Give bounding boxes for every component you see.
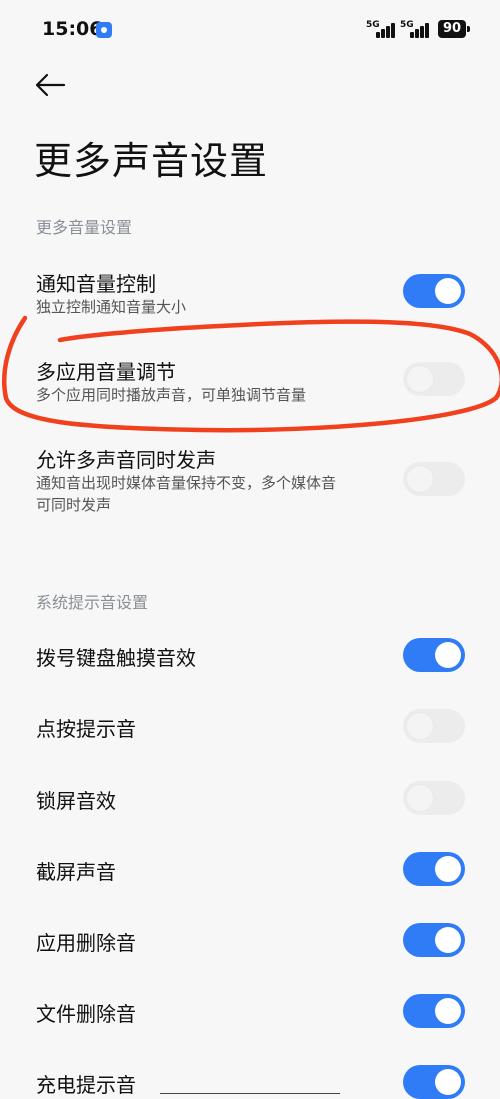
setting-row-charging-sound[interactable]: 充电提示音 bbox=[0, 1061, 500, 1099]
status-bar: 15:06 5G 5G 90 bbox=[0, 0, 500, 60]
toggle-knob bbox=[435, 998, 461, 1024]
back-arrow-icon bbox=[35, 73, 66, 97]
signal-label: 5G bbox=[400, 20, 414, 30]
setting-row-dialpad-sound[interactable]: 拨号键盘触摸音效 bbox=[0, 634, 500, 680]
back-button[interactable] bbox=[34, 68, 74, 104]
screenshot-sound-toggle[interactable] bbox=[403, 852, 465, 886]
toggle-knob bbox=[435, 856, 461, 882]
setting-row-tap-sound[interactable]: 点按提示音 bbox=[0, 705, 500, 751]
toggle-knob bbox=[407, 366, 433, 392]
setting-row-screenshot-sound[interactable]: 截屏声音 bbox=[0, 848, 500, 894]
setting-row-multi-app-volume[interactable]: 多应用音量调节 多个应用同时播放声音，可单独调节音量 bbox=[0, 348, 500, 412]
multi-sound-toggle[interactable] bbox=[403, 462, 465, 496]
toggle-knob bbox=[407, 713, 433, 739]
setting-subtitle-line2: 可同时发声 bbox=[36, 496, 112, 514]
hotspot-icon bbox=[96, 22, 112, 38]
multi-app-volume-toggle[interactable] bbox=[403, 362, 465, 396]
section-header-volume: 更多音量设置 bbox=[36, 218, 133, 237]
tap-sound-toggle[interactable] bbox=[403, 709, 465, 743]
toggle-knob bbox=[435, 642, 461, 668]
page-title: 更多声音设置 bbox=[34, 139, 269, 183]
setting-subtitle-line1: 通知音出现时媒体音量保持不变，多个媒体音 bbox=[36, 474, 337, 492]
setting-title: 通知音量控制 bbox=[36, 272, 156, 296]
toggle-knob bbox=[435, 1069, 461, 1095]
setting-row-lock-sound[interactable]: 锁屏音效 bbox=[0, 777, 500, 823]
setting-title: 锁屏音效 bbox=[36, 789, 116, 813]
setting-title: 文件删除音 bbox=[36, 1002, 136, 1026]
signal-icon: 5G bbox=[400, 20, 430, 38]
setting-row-multi-sound[interactable]: 允许多声音同时发声 通知音出现时媒体音量保持不变，多个媒体音 可同时发声 bbox=[0, 436, 500, 526]
setting-title: 应用删除音 bbox=[36, 931, 136, 955]
setting-row-notification-volume[interactable]: 通知音量控制 独立控制通知音量大小 bbox=[0, 260, 500, 324]
setting-title: 充电提示音 bbox=[36, 1073, 136, 1097]
setting-title: 多应用音量调节 bbox=[36, 360, 176, 384]
toggle-knob bbox=[407, 785, 433, 811]
toggle-knob bbox=[435, 278, 461, 304]
charging-sound-toggle[interactable] bbox=[403, 1065, 465, 1099]
setting-subtitle: 多个应用同时播放声音，可单独调节音量 bbox=[36, 386, 307, 404]
app-delete-sound-toggle[interactable] bbox=[403, 923, 465, 957]
signal-icon: 5G bbox=[366, 20, 396, 38]
toggle-knob bbox=[435, 927, 461, 953]
setting-title: 允许多声音同时发声 bbox=[36, 448, 216, 472]
status-time: 15:06 bbox=[42, 18, 103, 40]
toggle-knob bbox=[407, 466, 433, 492]
notification-volume-toggle[interactable] bbox=[403, 274, 465, 308]
setting-title: 截屏声音 bbox=[36, 860, 116, 884]
lock-sound-toggle[interactable] bbox=[403, 781, 465, 815]
dialpad-sound-toggle[interactable] bbox=[403, 638, 465, 672]
setting-row-app-delete-sound[interactable]: 应用删除音 bbox=[0, 919, 500, 965]
setting-title: 拨号键盘触摸音效 bbox=[36, 646, 196, 670]
section-header-system-sounds: 系统提示音设置 bbox=[36, 593, 149, 612]
setting-row-file-delete-sound[interactable]: 文件删除音 bbox=[0, 990, 500, 1036]
divider bbox=[160, 1093, 340, 1094]
setting-subtitle: 独立控制通知音量大小 bbox=[36, 298, 187, 316]
file-delete-sound-toggle[interactable] bbox=[403, 994, 465, 1028]
signal-label: 5G bbox=[366, 20, 380, 30]
battery-icon: 90 bbox=[438, 20, 470, 38]
setting-title: 点按提示音 bbox=[36, 717, 136, 741]
